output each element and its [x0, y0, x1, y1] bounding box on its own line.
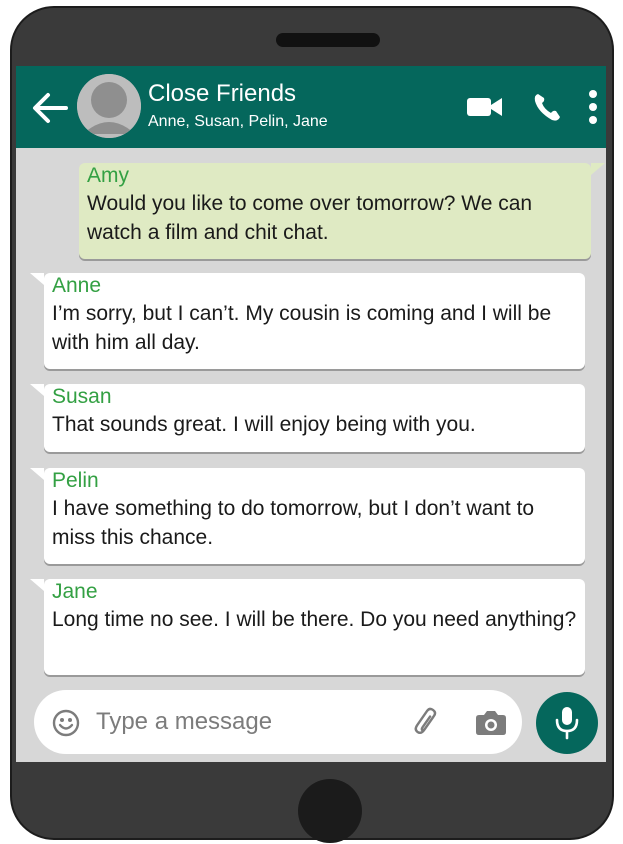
chat-header: Close Friends Anne, Susan, Pelin, Jane — [16, 66, 606, 148]
message-bubble-incoming[interactable]: Pelin I have something to do tomorrow, b… — [44, 468, 585, 564]
emoji-icon[interactable] — [52, 709, 80, 737]
paperclip-icon[interactable] — [412, 706, 444, 738]
message-bubble-outgoing[interactable]: Amy Would you like to come over tomorrow… — [79, 163, 591, 259]
avatar[interactable] — [77, 74, 141, 138]
message-sender: Susan — [52, 385, 112, 408]
message-bubble-incoming[interactable]: Jane Long time no see. I will be there. … — [44, 579, 585, 675]
bubble-tail — [30, 273, 44, 285]
message-text: That sounds great. I will enjoy being wi… — [52, 413, 476, 436]
home-button[interactable] — [298, 779, 362, 843]
camera-icon[interactable] — [474, 710, 508, 736]
message-text: Long time no see. I will be there. Do yo… — [52, 608, 577, 631]
phone-call-icon[interactable] — [532, 91, 564, 123]
phone-speaker — [276, 33, 380, 47]
bubble-tail — [30, 468, 44, 480]
more-vertical-icon[interactable] — [588, 90, 598, 124]
message-sender: Jane — [52, 580, 98, 603]
bubble-tail — [591, 163, 605, 175]
chat-participants: Anne, Susan, Pelin, Jane — [148, 113, 328, 130]
message-input[interactable]: Type a message — [34, 690, 522, 754]
message-text: I’m sorry, but I can’t. My cousin is com… — [52, 302, 552, 354]
chat-title[interactable]: Close Friends — [148, 80, 296, 108]
microphone-button[interactable] — [536, 692, 598, 754]
bubble-tail — [30, 579, 44, 591]
message-sender: Pelin — [52, 469, 99, 492]
person-icon — [77, 74, 141, 138]
message-sender: Anne — [52, 274, 102, 297]
message-bubble-incoming[interactable]: Anne I’m sorry, but I can’t. My cousin i… — [44, 273, 585, 369]
message-bubble-incoming[interactable]: Susan That sounds great. I will enjoy be… — [44, 384, 585, 452]
message-placeholder[interactable]: Type a message — [96, 707, 272, 737]
video-call-icon[interactable] — [467, 95, 503, 119]
bubble-tail — [30, 384, 44, 396]
back-arrow-icon[interactable] — [32, 92, 68, 124]
message-sender: Amy — [87, 164, 129, 187]
message-text: Would you like to come over tomorrow? We… — [87, 192, 533, 244]
microphone-icon — [555, 707, 579, 740]
chat-screen: Close Friends Anne, Susan, Pelin, Jane A… — [16, 66, 606, 762]
message-text: I have something to do tomorrow, but I d… — [52, 497, 535, 549]
